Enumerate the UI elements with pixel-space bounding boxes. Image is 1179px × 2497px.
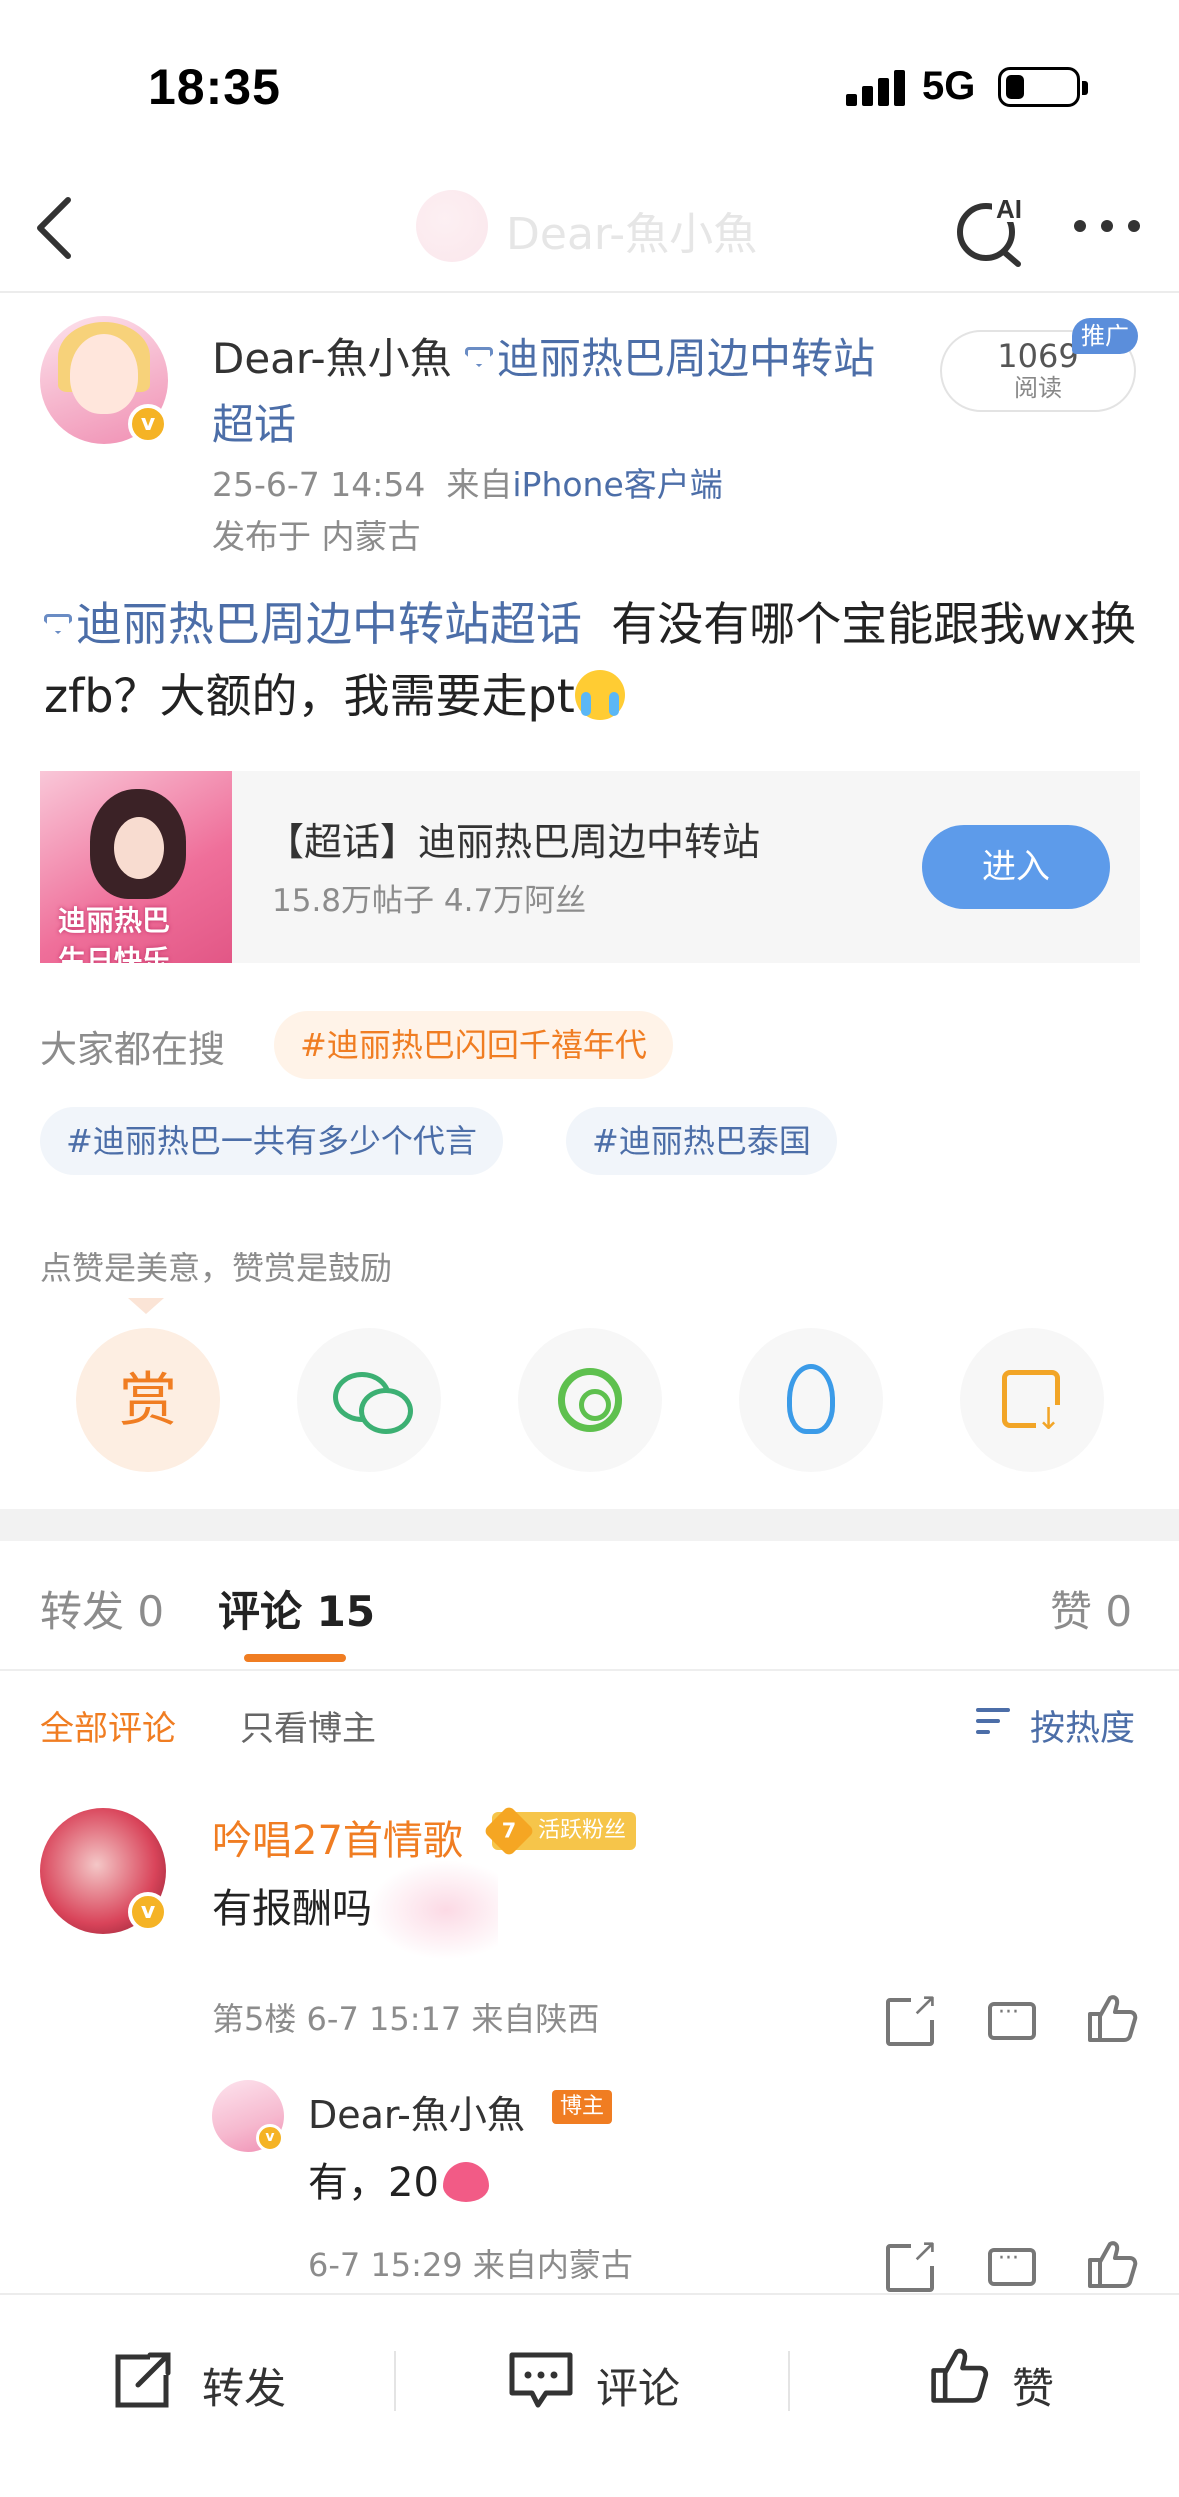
commenter-name[interactable]: 吟唱27首情歌 (212, 1808, 463, 1866)
share-wechat-button[interactable] (297, 1328, 441, 1472)
author-name[interactable]: Dear-魚小魚 (212, 334, 452, 383)
bottom-comment-label: 评论 (596, 2364, 681, 2413)
tab-divider (0, 1669, 1179, 1671)
tab-repost[interactable]: 转发 0 (40, 1578, 164, 1639)
qq-icon (787, 1364, 835, 1434)
section-divider (0, 1509, 1179, 1541)
supertopic-icon (44, 614, 72, 634)
like-icon (931, 2348, 989, 2403)
repost-icon (115, 2352, 171, 2408)
bottom-action-bar: 转发 评论 赞 (0, 2293, 1179, 2497)
signal-icon (846, 70, 906, 106)
bottom-separator (788, 2351, 790, 2411)
promo-tag[interactable]: 推广 (1072, 318, 1138, 354)
verified-badge: v (128, 404, 168, 444)
crying-emoji-icon (574, 670, 625, 720)
moments-icon (558, 1368, 622, 1432)
read-label: 阅读 (1014, 374, 1062, 402)
back-icon[interactable] (34, 196, 74, 260)
filter-owner-only[interactable]: 只看博主 (240, 1701, 376, 1750)
enter-button[interactable]: 进入 (922, 825, 1110, 909)
bottom-like-button[interactable]: 赞 (926, 2345, 1086, 2421)
reply-author[interactable]: Dear-魚小魚 (308, 2084, 525, 2139)
reply-repost-icon[interactable] (886, 2234, 938, 2292)
bottom-comment-button[interactable]: 评论 (508, 2351, 708, 2421)
sticker-decoration (368, 1860, 498, 1960)
reply-meta: 6-7 15:29 来自内蒙古 (308, 2246, 633, 2284)
reward-hint: 点赞是美意，赞赏是鼓励 (40, 1249, 393, 1287)
bottom-separator (394, 2351, 396, 2411)
supertopic-card[interactable]: 迪丽热巴 生日快乐 【超话】迪丽热巴周边中转站 15.8万帖子 4.7万阿丝 进… (40, 771, 1140, 963)
verified-badge: v (128, 1892, 168, 1932)
supertopic-icon (465, 347, 494, 367)
bottom-repost-label: 转发 (202, 2364, 287, 2413)
supertopic-stats: 15.8万帖子 4.7万阿丝 (272, 883, 587, 919)
reward-label: 赏 (118, 1366, 177, 1434)
nav-divider (0, 291, 1179, 293)
reply-reply-icon[interactable] (988, 2246, 1036, 2286)
tab-active-indicator (244, 1654, 346, 1662)
status-time: 18:35 (148, 59, 281, 115)
post-source[interactable]: iPhone客户端 (512, 465, 722, 504)
body-topic-link[interactable]: 迪丽热巴周边中转站超话 (76, 597, 582, 651)
bottom-repost-button[interactable]: 转发 (110, 2351, 310, 2421)
search-chip[interactable]: #迪丽热巴一共有多少个代言 (40, 1107, 503, 1175)
comment-repost-icon[interactable] (886, 1988, 938, 2046)
network-label: 5G (922, 64, 976, 108)
from-prefix: 来自 (446, 465, 513, 504)
reply-like-icon[interactable] (1086, 2238, 1138, 2290)
reward-pointer (128, 1298, 164, 1314)
save-image-button[interactable] (960, 1328, 1104, 1472)
comment-like-icon[interactable] (1086, 1992, 1138, 2044)
verified-badge: v (256, 2124, 284, 2152)
post-meta: 25-6-7 14:54 来自iPhone客户端 (212, 458, 723, 506)
wechat-icon (333, 1372, 413, 1434)
comment-icon (509, 2352, 573, 2408)
reply-text: 有，20 (308, 2160, 439, 2206)
author-line: Dear-魚小魚 迪丽热巴周边中转站超话 (212, 326, 902, 458)
search-chip[interactable]: #迪丽热巴闪回千禧年代 (274, 1011, 673, 1079)
supertopic-title: 【超话】迪丽热巴周边中转站 (266, 820, 761, 864)
ai-search-icon[interactable]: AI (952, 190, 1032, 270)
search-chip[interactable]: #迪丽热巴泰国 (566, 1107, 837, 1175)
comment-reply-icon[interactable] (988, 2000, 1036, 2040)
fan-label: 活跃粉丝 (538, 1818, 627, 1843)
nav-avatar (416, 190, 488, 262)
sort-icon[interactable] (976, 1706, 1012, 1736)
post-location: 发布于 内蒙古 (212, 517, 421, 556)
share-moments-button[interactable] (518, 1328, 662, 1472)
tab-comment[interactable]: 评论 15 (218, 1578, 375, 1639)
share-qq-button[interactable] (739, 1328, 883, 1472)
battery-icon (998, 67, 1088, 107)
comment-text: 有报酬吗 (212, 1886, 372, 1932)
sort-by-heat[interactable]: 按热度 (1030, 1700, 1135, 1751)
supertopic-thumbnail: 迪丽热巴 生日快乐 (40, 771, 232, 963)
reply-body: 有，20 (308, 2150, 489, 2208)
thumbnail-text: 迪丽热巴 生日快乐 (58, 904, 171, 963)
comment-meta: 第5楼 6-7 15:17 来自陕西 (212, 2000, 600, 2038)
post-timestamp: 25-6-7 14:54 (212, 465, 426, 504)
reward-button[interactable]: 赏 (76, 1328, 220, 1472)
more-icon[interactable] (1072, 216, 1142, 236)
tab-like[interactable]: 赞 0 (1050, 1578, 1132, 1639)
fan-level: 7 (501, 1819, 517, 1843)
bottom-like-label: 赞 (1012, 2364, 1055, 2413)
heart-emoji-icon (442, 2162, 489, 2202)
nav-title: Dear-魚小魚 (506, 209, 758, 260)
searches-label: 大家都在搜 (40, 1028, 225, 1071)
ai-label: AI (996, 194, 1022, 224)
save-image-icon (1002, 1370, 1061, 1435)
fan-badge[interactable]: 7 活跃粉丝 (482, 1804, 637, 1858)
host-badge: 博主 (552, 2090, 613, 2124)
post-body: 迪丽热巴周边中转站超话 有没有哪个宝能跟我wx换zfb？大额的，我需要走pt (44, 588, 1144, 732)
filter-all-comments[interactable]: 全部评论 (40, 1701, 176, 1750)
